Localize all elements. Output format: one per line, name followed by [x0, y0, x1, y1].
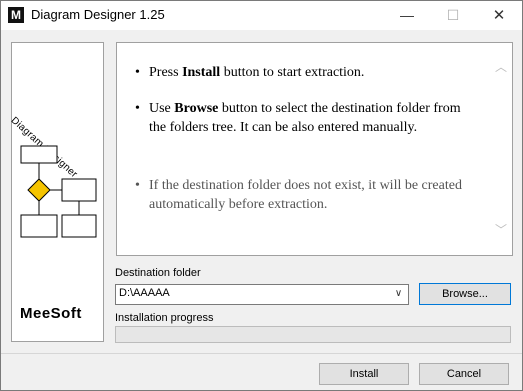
instruction-text: Use: [149, 101, 175, 116]
instructions-panel[interactable]: • Press Install button to start extracti…: [116, 42, 513, 256]
chevron-down-icon[interactable]: ∨: [391, 286, 406, 302]
bullet-icon: •: [135, 178, 140, 193]
flow-start-box: [20, 145, 58, 164]
flow-end-box-left: [20, 214, 58, 238]
brand-name: MeeSoft: [20, 305, 82, 322]
instruction-text: Press: [149, 65, 183, 80]
product-banner: Diagram Designer MeeSoft: [9, 42, 104, 342]
flowchart-illustration: [20, 145, 97, 238]
close-button[interactable]: ✕: [476, 1, 522, 30]
minimize-button[interactable]: —: [384, 1, 430, 30]
destination-label: Destination folder: [115, 267, 201, 279]
title-bar[interactable]: M Diagram Designer 1.25 — ☐ ✕: [1, 1, 522, 30]
flow-decision-diamond: [27, 178, 51, 202]
installation-progress-bar: [115, 326, 511, 343]
destination-folder-input[interactable]: D:\AAAAA ∨: [115, 284, 409, 305]
cancel-button[interactable]: Cancel: [419, 363, 509, 385]
installer-window: M Diagram Designer 1.25 — ☐ ✕ Diagram De…: [0, 0, 523, 391]
instruction-item: • Use Browse button to select the destin…: [135, 99, 479, 137]
footer-divider: [1, 353, 522, 354]
install-button[interactable]: Install: [319, 363, 409, 385]
maximize-button[interactable]: ☐: [430, 1, 476, 30]
bullet-icon: •: [135, 65, 140, 80]
bullet-icon: •: [135, 101, 140, 116]
window-title: Diagram Designer 1.25: [31, 7, 165, 22]
instruction-emphasis: Install: [182, 65, 221, 80]
instruction-emphasis: Browse: [174, 101, 219, 116]
scroll-down-icon[interactable]: ﹀: [495, 224, 507, 236]
instruction-text: If the destination folder does not exist…: [149, 178, 462, 212]
instruction-item: • Press Install button to start extracti…: [135, 63, 479, 82]
flow-process-box: [61, 178, 97, 202]
flow-end-box-right: [61, 214, 97, 238]
instruction-text: button to start extraction.: [220, 65, 365, 80]
scroll-up-icon[interactable]: ︿: [495, 61, 507, 73]
instruction-item: • If the destination folder does not exi…: [135, 176, 479, 214]
destination-value: D:\AAAAA: [119, 287, 170, 299]
app-logo-icon: M: [8, 7, 24, 23]
progress-label: Installation progress: [115, 312, 214, 324]
browse-button[interactable]: Browse...: [419, 283, 511, 305]
